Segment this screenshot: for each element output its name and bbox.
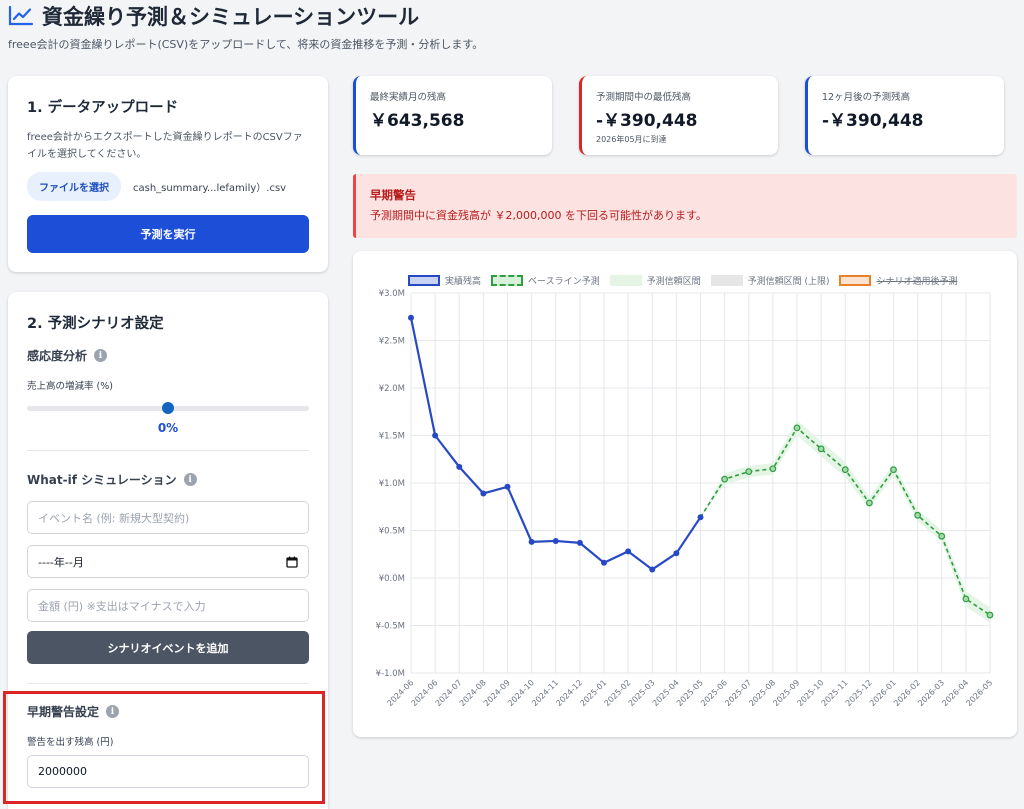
forecast-chart: ¥-1.0M ¥-0.5M ¥0.0M ¥0.5M ¥1.0M ¥1.5M ¥2.0M ¥2.… <box>376 289 995 708</box>
baseline-point <box>914 511 922 519</box>
stat-card-min-balance: 予測期間中の最低残高 -￥390,448 2026年05月に到達 <box>579 76 778 155</box>
divider <box>27 450 309 451</box>
y-tick-label: ¥0.5M <box>379 527 405 537</box>
y-tick-label: ¥1.5M <box>379 432 405 442</box>
baseline-point <box>793 424 801 432</box>
y-tick-label: ¥3.0M <box>379 289 405 299</box>
file-input[interactable]: ファイルを選択 cash_summary...lefamily）.csv <box>27 172 309 201</box>
info-icon[interactable]: i <box>106 705 120 718</box>
whatif-title-text: What-if シミュレーション <box>27 473 177 487</box>
add-scenario-event-button[interactable]: シナリオイベントを追加 <box>27 631 309 664</box>
info-icon[interactable]: i <box>183 473 197 486</box>
baseline-point <box>745 468 753 476</box>
actual-point <box>601 559 607 566</box>
warning-settings-title-text: 早期警告設定 <box>27 705 100 719</box>
slider-thumb[interactable] <box>162 402 174 414</box>
sensitivity-title: 感応度分析 i <box>27 347 309 364</box>
stat-value: -￥390,448 <box>596 111 698 131</box>
chart-line-icon <box>8 5 34 26</box>
choose-file-button[interactable]: ファイルを選択 <box>27 172 121 201</box>
warning-threshold-input[interactable]: 2000000 <box>27 755 309 788</box>
warning-threshold-label: 警告を出す残高 (円) <box>27 737 114 748</box>
baseline-point <box>865 499 873 507</box>
stat-card-last-actual: 最終実績月の残高 ￥643,568 <box>353 76 552 155</box>
event-amount-input[interactable]: 金額 (円) ※支出はマイナスで入力 <box>27 589 309 622</box>
y-tick-label: ¥2.0M <box>379 384 405 394</box>
actual-point <box>408 314 414 321</box>
event-month-value: ----年--月 <box>38 555 84 569</box>
divider <box>27 683 309 684</box>
baseline-point <box>962 595 970 603</box>
upload-description: freee会計からエクスポートした資金繰りレポートのCSVファイルを選択してくだ… <box>27 132 303 160</box>
sales-change-slider[interactable] <box>27 401 309 415</box>
warning-settings-title: 早期警告設定 i <box>27 703 309 720</box>
actual-point <box>576 539 583 546</box>
baseline-point <box>769 465 777 473</box>
event-month-input[interactable]: ----年--月 <box>27 545 309 578</box>
actual-point <box>673 550 680 557</box>
sales-change-value: 0% <box>157 421 179 435</box>
actual-point <box>456 463 463 470</box>
whatif-title: What-if シミュレーション i <box>27 471 309 488</box>
x-tick-label: 2026-05 <box>964 678 994 708</box>
scenario-title: 2. 予測シナリオ設定 <box>27 316 164 332</box>
early-warning-alert: 早期警告 予測期間中に資金残高が ￥2,000,000 を下回る可能性があります… <box>353 174 1017 238</box>
page-header: 資金繰り予測＆シミュレーションツール freee会計の資金繰りレポート(CSV)… <box>8 0 1008 52</box>
stat-value: ￥643,568 <box>370 111 465 131</box>
stat-label: 12ヶ月後の予測残高 <box>822 92 911 103</box>
selected-file-name: cash_summary...lefamily）.csv <box>133 183 287 194</box>
baseline-point <box>721 475 729 483</box>
sensitivity-title-text: 感応度分析 <box>27 349 88 363</box>
y-tick-label: ¥-0.5M <box>376 622 405 632</box>
scenario-card: 2. 予測シナリオ設定 感応度分析 i 売上高の増減率 (%) 0% What-… <box>8 292 328 809</box>
y-tick-label: ¥0.0M <box>379 574 405 584</box>
event-name-input[interactable]: イベント名 (例: 新規大型契約) <box>27 501 309 534</box>
page-title: 資金繰り予測＆シミュレーションツール <box>42 5 420 29</box>
baseline-point <box>817 445 825 453</box>
run-forecast-button[interactable]: 予測を実行 <box>27 215 309 253</box>
alert-message: 予測期間中に資金残高が ￥2,000,000 を下回る可能性があります。 <box>370 209 707 222</box>
actual-point <box>552 537 559 544</box>
actual-point <box>480 490 487 497</box>
info-icon[interactable]: i <box>94 349 108 362</box>
sales-change-label: 売上高の増減率 (%) <box>27 381 113 392</box>
baseline-point <box>938 532 946 540</box>
stat-note: 2026年05月に到達 <box>596 135 667 144</box>
forecast-chart-card: 実績残高 ベースライン予測 予測信頼区間 予測信頼区間 (上限) シナリオ適用後… <box>353 251 1017 737</box>
upload-card: 1. データアップロード freee会計からエクスポートした資金繰りレポートのC… <box>8 76 328 272</box>
y-tick-label: ¥1.0M <box>379 479 405 489</box>
y-tick-label: ¥2.5M <box>379 337 405 347</box>
baseline-point <box>841 466 849 474</box>
stat-label: 予測期間中の最低残高 <box>596 92 692 103</box>
alert-title: 早期警告 <box>370 188 416 202</box>
actual-point <box>432 432 439 439</box>
actual-point <box>625 548 632 555</box>
calendar-icon[interactable] <box>286 556 298 568</box>
stat-card-12m-forecast: 12ヶ月後の予測残高 -￥390,448 <box>805 76 1004 155</box>
actual-point <box>697 514 704 521</box>
baseline-point <box>890 466 897 474</box>
page-subtitle: freee会計の資金繰りレポート(CSV)をアップロードして、将来の資金推移を予… <box>8 38 484 51</box>
actual-point <box>528 538 535 545</box>
baseline-point <box>986 611 994 619</box>
stat-value: -￥390,448 <box>822 111 924 131</box>
actual-point <box>504 483 511 490</box>
y-tick-label: ¥-1.0M <box>376 669 405 679</box>
stat-label: 最終実績月の残高 <box>370 92 447 103</box>
upload-title: 1. データアップロード <box>27 100 179 116</box>
actual-point <box>649 566 656 573</box>
